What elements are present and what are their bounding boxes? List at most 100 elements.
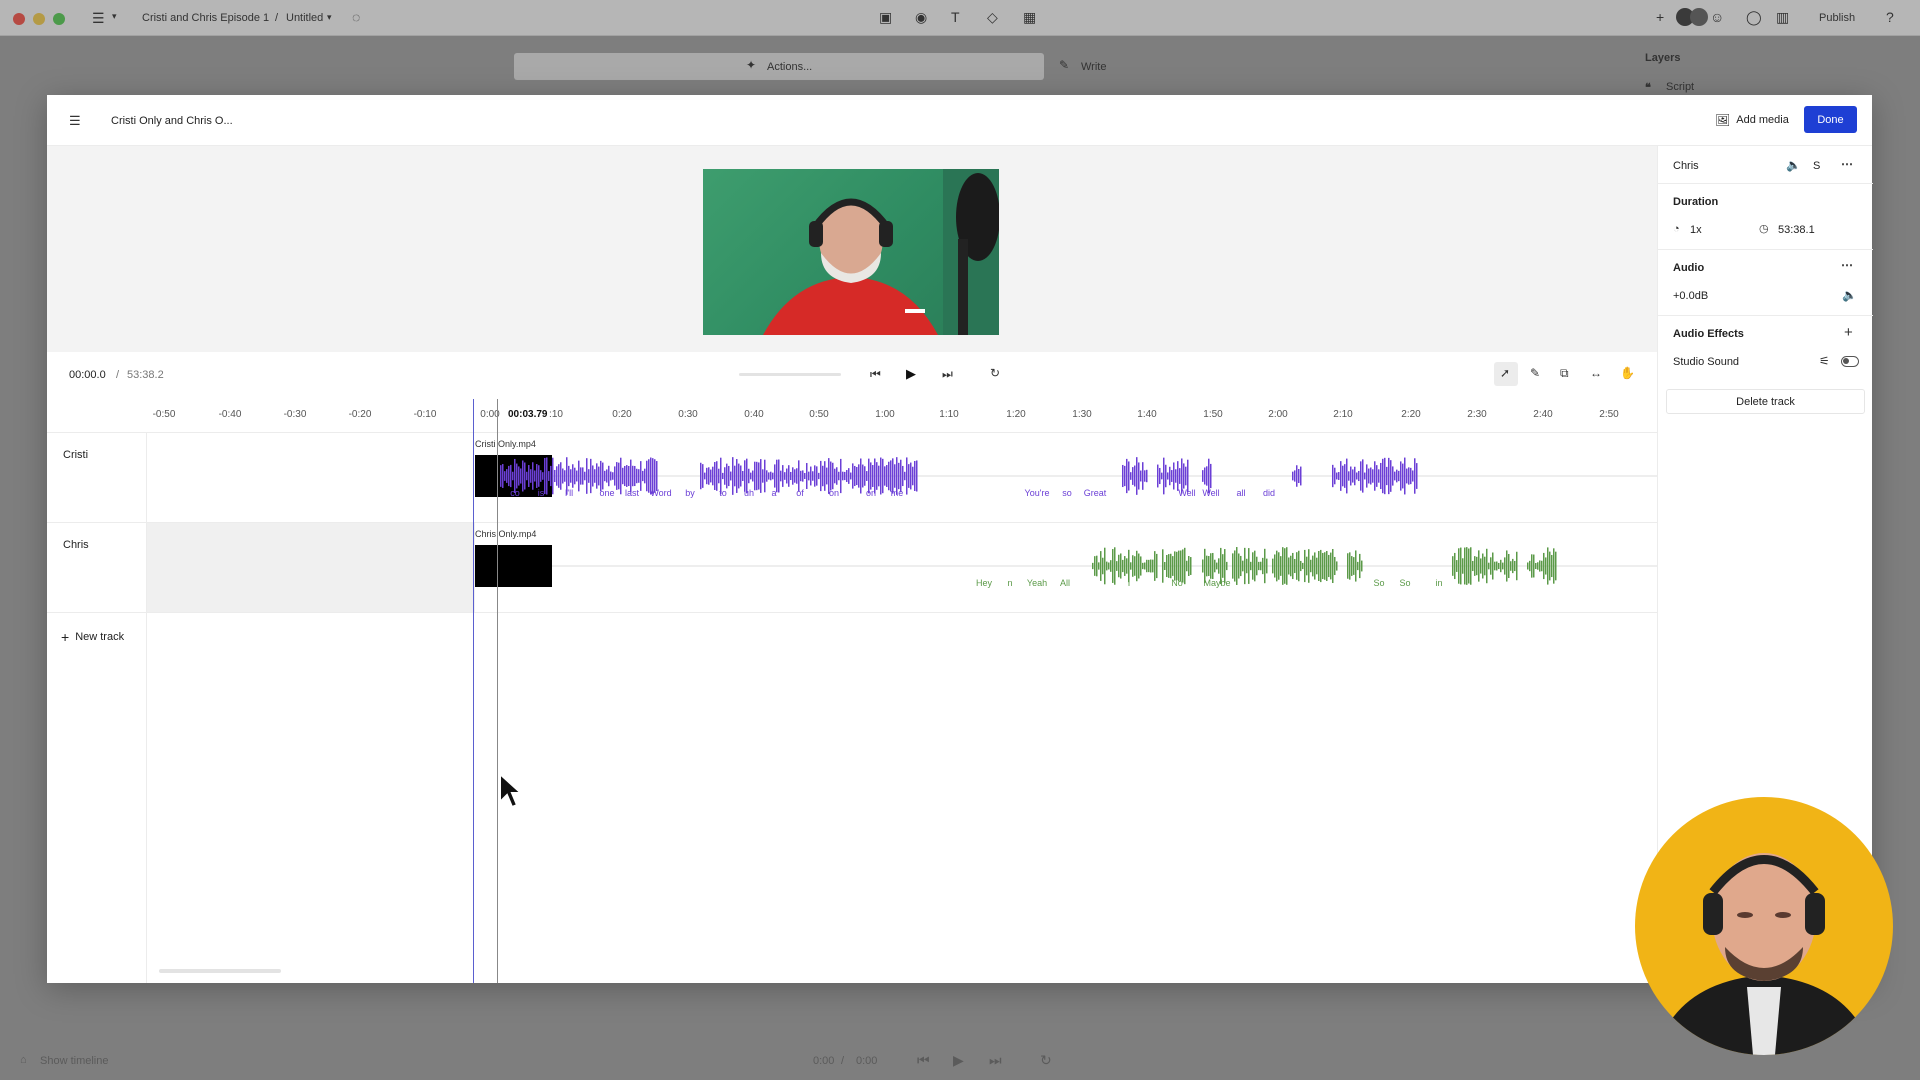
text-icon[interactable]: T (951, 10, 960, 24)
chevron-down-icon[interactable]: ▾ (112, 12, 117, 21)
panel-icon[interactable]: ▥ (1776, 10, 1789, 24)
avatar[interactable] (1690, 8, 1708, 26)
timeline-icon: ⌂ (20, 1054, 27, 1066)
scene-icon[interactable]: ▣ (879, 10, 892, 24)
duration-value[interactable]: 53:38.1 (1778, 224, 1815, 236)
skip-forward-icon[interactable]: ⏭ (942, 368, 953, 380)
transcript-word[interactable]: by (685, 488, 695, 498)
maximize-window-button[interactable] (53, 13, 65, 25)
transcript-word[interactable]: did (1263, 488, 1275, 498)
new-track-button[interactable]: + New track (61, 629, 124, 645)
ruler-tick: 0:20 (612, 409, 632, 420)
inspector-track-name: Chris (1673, 160, 1699, 172)
transcript-word[interactable]: Hey (976, 578, 992, 588)
playhead[interactable] (497, 399, 498, 983)
skip-back-icon[interactable]: ⏮ (870, 368, 881, 380)
transcript-word[interactable]: All (1060, 578, 1070, 588)
hand-icon[interactable]: ✋ (1620, 367, 1635, 379)
scrubber[interactable] (739, 373, 841, 376)
done-button[interactable]: Done (1804, 106, 1857, 133)
transcript-word[interactable]: so (1062, 488, 1072, 498)
write-button[interactable]: Write (1081, 61, 1106, 73)
transcript-word[interactable]: in (1435, 578, 1442, 588)
menu-icon[interactable]: ☰ (69, 114, 81, 127)
breadcrumb-project[interactable]: Cristi and Chris Episode 1 (142, 12, 269, 24)
layer-item-script[interactable]: Script (1666, 81, 1694, 93)
speaker-icon[interactable]: 🔈 (1842, 289, 1857, 301)
track-lane[interactable]: Chris Only.mp4 Hey n Yeah All I No Maybe So So in (147, 523, 1657, 612)
sliders-icon[interactable]: ⚟ (1819, 355, 1830, 367)
transcript-word[interactable]: uh (744, 488, 754, 498)
speed-value[interactable]: 1x (1690, 224, 1702, 236)
plus-icon[interactable]: + (1844, 325, 1853, 340)
more-icon[interactable]: ⋯ (1841, 158, 1853, 170)
transcript-word[interactable]: co (510, 488, 520, 498)
split-icon[interactable]: ⧉ (1560, 367, 1569, 379)
pencil-icon: ✎ (1059, 58, 1070, 72)
transcript-word[interactable]: I'll (565, 488, 573, 498)
sidebar-menu-icon[interactable]: ☰ (92, 11, 105, 25)
transcript-word[interactable]: n (1007, 578, 1012, 588)
transcript-word[interactable]: on (866, 488, 876, 498)
transcript-word[interactable]: No (1171, 578, 1183, 588)
more-icon[interactable]: ⋯ (1841, 259, 1853, 271)
gain-value[interactable]: +0.0dB (1673, 290, 1708, 302)
skip-forward-icon[interactable]: ⏭ (989, 1053, 1002, 1067)
ruler-tick: -0:50 (152, 409, 176, 420)
transcript-word[interactable]: of (796, 488, 804, 498)
delete-track-button[interactable]: Delete track (1666, 389, 1865, 414)
loop-icon[interactable]: ↻ (1040, 1053, 1052, 1067)
horizontal-scrollbar[interactable] (159, 969, 281, 973)
ruler-tick: 0:30 (678, 409, 698, 420)
transcript-word[interactable]: me (891, 488, 904, 498)
transcript-word[interactable]: on (829, 488, 839, 498)
toggle-icon[interactable] (1841, 356, 1859, 367)
comment-icon[interactable]: ◯ (1746, 10, 1762, 24)
track-name: Cristi (63, 449, 89, 461)
transcript-word[interactable]: Well (1178, 488, 1195, 498)
video-preview[interactable] (703, 169, 999, 335)
transcript-word[interactable]: is (538, 488, 545, 498)
transcript-word[interactable]: Word (650, 488, 671, 498)
transcript-word[interactable]: one (599, 488, 614, 498)
plus-icon[interactable]: + (1656, 10, 1664, 24)
show-timeline-button[interactable]: Show timeline (40, 1055, 108, 1067)
track-chris[interactable]: Chris Chris Only.mp4 Hey n Yeah All I No Maybe… (47, 523, 1657, 613)
transcript-word[interactable]: You're (1025, 488, 1050, 498)
help-icon[interactable]: ? (1886, 10, 1894, 24)
play-icon[interactable]: ▶ (953, 1053, 964, 1067)
shapes-icon[interactable]: ◇ (987, 10, 998, 24)
transcript-word[interactable]: all (1236, 488, 1245, 498)
loop-icon[interactable]: ↻ (990, 367, 1000, 379)
waveform (500, 457, 1657, 495)
minimize-window-button[interactable] (33, 13, 45, 25)
transcript-word[interactable]: I (1128, 578, 1131, 588)
transcript-word[interactable]: Great (1084, 488, 1107, 498)
people-icon[interactable]: ☺ (1710, 10, 1724, 24)
record-icon[interactable]: ◉ (915, 10, 927, 24)
speaker-icon[interactable]: 🔈 (1786, 159, 1801, 171)
transcript-word[interactable]: So (1399, 578, 1410, 588)
grid-icon[interactable]: ▦ (1023, 10, 1036, 24)
transcript-word[interactable]: Yeah (1027, 578, 1047, 588)
resize-icon[interactable]: ↔ (1590, 367, 1602, 379)
pen-icon[interactable]: ✎ (1530, 367, 1540, 379)
transcript-word[interactable]: Maybe (1203, 578, 1230, 588)
track-lane[interactable]: Cristi Only.mp4 co is I'll one last Word by to u… (147, 433, 1657, 522)
skip-back-icon[interactable]: ⏮ (917, 1053, 930, 1067)
add-media-button[interactable]: 🖼 Add media (1707, 107, 1797, 133)
timeline-ruler[interactable]: 00:03.79 -0:50 -0:40 -0:30 -0:20 -0:10 0:00:1… (47, 398, 1657, 433)
transcript-word[interactable]: Well (1202, 488, 1219, 498)
solo-button[interactable]: S (1813, 160, 1820, 172)
chevron-down-icon[interactable]: ▾ (327, 13, 332, 22)
track-cristi[interactable]: Cristi Cristi Only.mp4 co is I'll one last Wo… (47, 433, 1657, 523)
play-icon[interactable]: ▶ (906, 367, 916, 380)
breadcrumb-document[interactable]: Untitled (286, 12, 323, 24)
transcript-word[interactable]: a (771, 488, 776, 498)
close-window-button[interactable] (13, 13, 25, 25)
transcript-word[interactable]: to (719, 488, 727, 498)
transcript-word[interactable]: last (625, 488, 639, 498)
publish-button[interactable]: Publish (1819, 12, 1855, 24)
transcript-word[interactable]: So (1373, 578, 1384, 588)
actions-bar[interactable]: ✦ Actions... (514, 53, 1044, 80)
